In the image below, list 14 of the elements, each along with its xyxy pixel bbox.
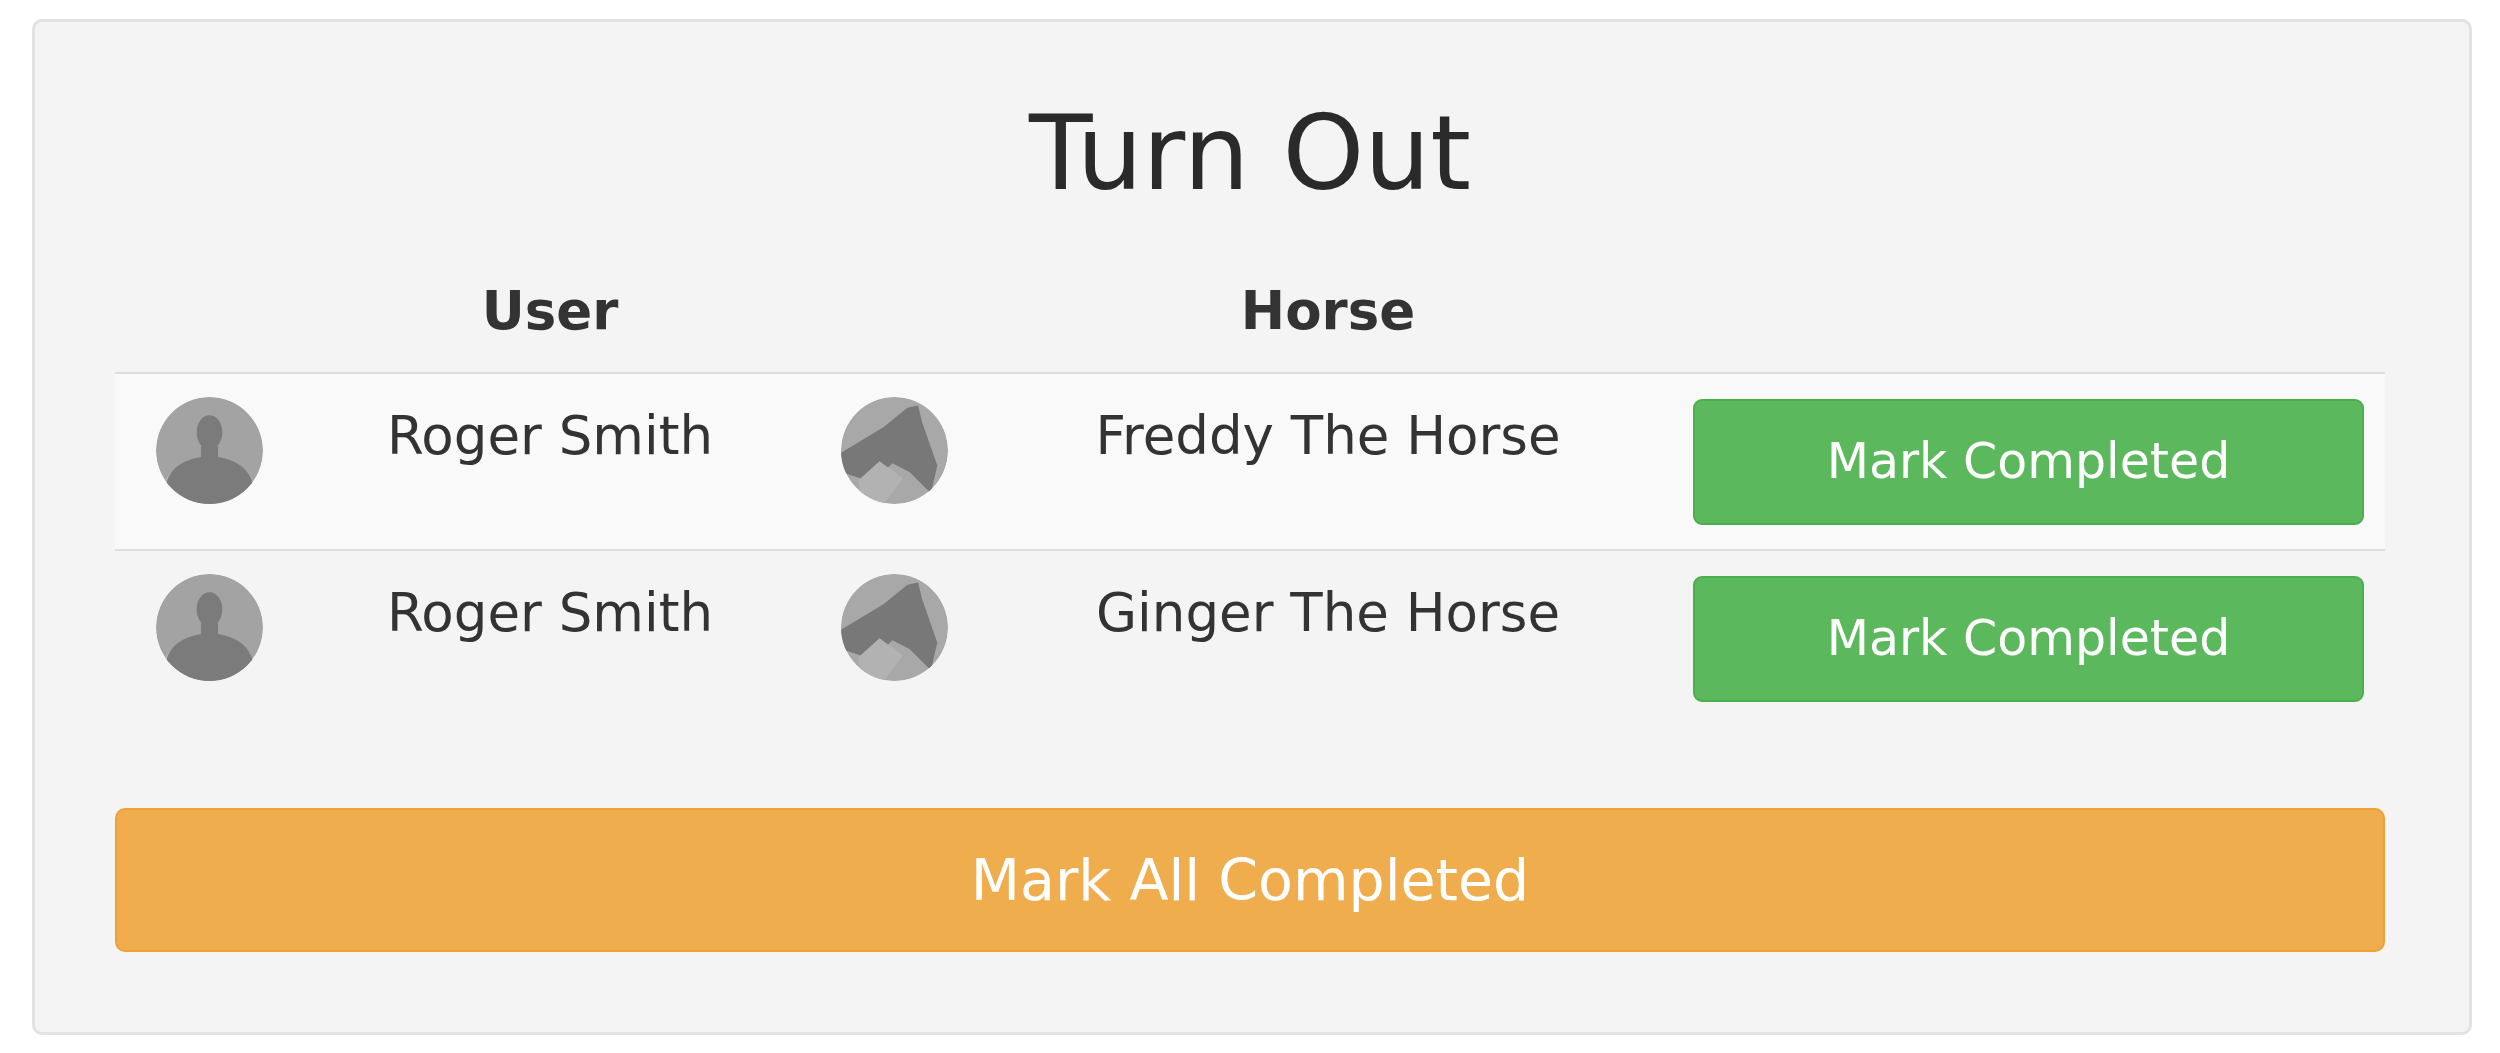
user-name: Roger Smith — [386, 581, 714, 646]
user-avatar-icon — [156, 574, 263, 682]
column-header: User — [481, 279, 619, 344]
mark-completed-button[interactable]: Mark Completed — [1693, 399, 2364, 526]
user-name: Roger Smith — [386, 404, 714, 469]
mark-completed-button[interactable]: Mark Completed — [1693, 576, 2364, 703]
panel-title: Turn Out — [1028, 96, 1472, 211]
horse-name: Ginger The Horse — [1096, 581, 1560, 646]
user-avatar-icon — [156, 397, 263, 505]
horse-name: Freddy The Horse — [1095, 404, 1561, 469]
horse-avatar-icon — [841, 574, 948, 682]
mark-all-completed-button[interactable]: Mark All Completed — [115, 808, 2385, 953]
column-header: Horse — [1240, 279, 1416, 344]
horse-avatar-icon — [841, 397, 948, 505]
